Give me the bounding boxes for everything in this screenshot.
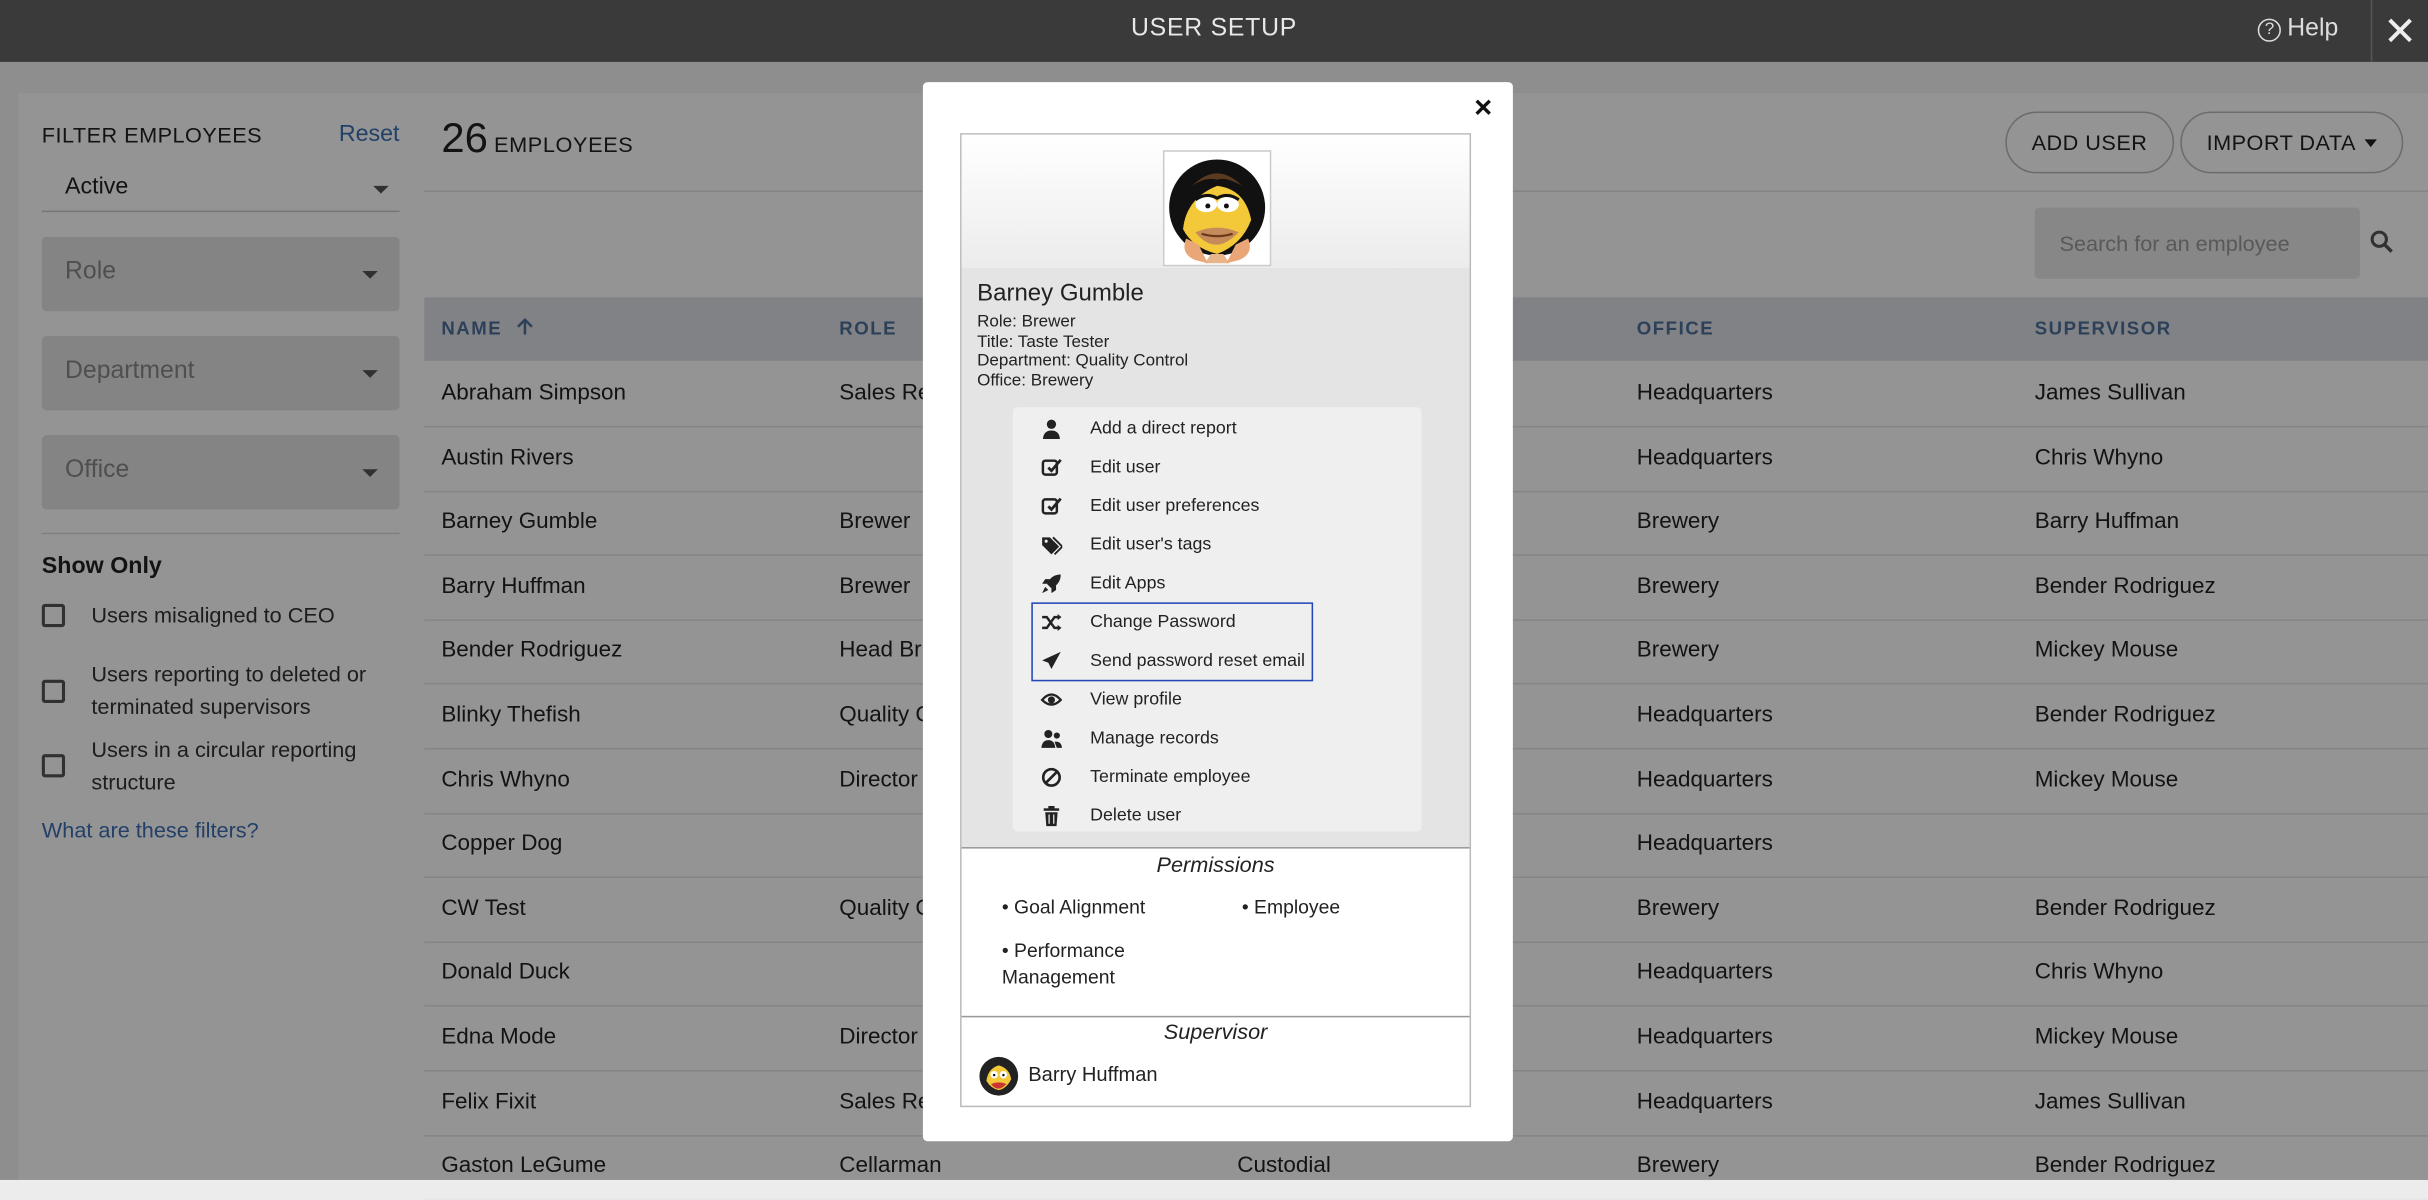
user-actions-menu: Add a direct report Edit user Edit user … bbox=[1012, 407, 1422, 832]
trash-icon bbox=[1043, 805, 1060, 827]
user-title: Title: Taste Tester bbox=[977, 332, 1110, 351]
card-header bbox=[961, 134, 1470, 268]
menu-label: Add a direct report bbox=[1090, 419, 1237, 439]
menu-label: Manage records bbox=[1090, 729, 1219, 748]
user-name: Barney Gumble bbox=[977, 280, 1144, 307]
user-office: Office: Brewery bbox=[977, 370, 1094, 390]
menu-label: Edit user's tags bbox=[1090, 535, 1212, 555]
menu-label: Terminate employee bbox=[1090, 768, 1251, 787]
menu-label: View profile bbox=[1090, 690, 1182, 710]
avatar-image bbox=[1169, 159, 1266, 264]
edit-icon bbox=[1041, 458, 1062, 476]
question-icon: ? bbox=[2257, 17, 2282, 42]
menu-edit-apps[interactable]: Edit Apps bbox=[1013, 565, 1422, 604]
menu-edit-user-tags[interactable]: Edit user's tags bbox=[1013, 526, 1422, 565]
close-icon[interactable]: × bbox=[1474, 91, 1492, 127]
app-root: USER SETUP ? Help ✕ FILTER EMPLOYEES Res… bbox=[0, 0, 2428, 1200]
highlight-box bbox=[1031, 602, 1314, 682]
menu-manage-records[interactable]: Manage records bbox=[1013, 720, 1422, 759]
page-title: USER SETUP bbox=[1130, 15, 1298, 42]
menu-label: Delete user bbox=[1090, 806, 1182, 826]
divider bbox=[961, 1015, 1470, 1018]
permissions-heading: Permissions bbox=[1156, 851, 1275, 877]
supervisor-name[interactable]: Barry Huffman bbox=[1028, 1061, 1157, 1087]
help-button[interactable]: ? Help bbox=[2257, 15, 2339, 43]
menu-label: Edit user preferences bbox=[1090, 497, 1260, 516]
menu-add-direct-report[interactable]: Add a direct report bbox=[1013, 410, 1422, 449]
menu-label: Edit Apps bbox=[1090, 574, 1166, 594]
menu-delete-user[interactable]: Delete user bbox=[1013, 797, 1422, 836]
user-department: Department: Quality Control bbox=[977, 351, 1189, 371]
user-icon bbox=[1042, 419, 1060, 439]
user-card: Barney Gumble Role: Brewer Title: Taste … bbox=[960, 133, 1472, 1108]
eye-icon bbox=[1040, 693, 1063, 706]
supervisor-avatar bbox=[979, 1056, 1019, 1096]
rocket-icon bbox=[1042, 574, 1061, 594]
user-info-panel: Barney Gumble Role: Brewer Title: Taste … bbox=[961, 267, 1470, 848]
user-role: Role: Brewer bbox=[977, 312, 1076, 332]
top-bar: USER SETUP ? Help ✕ bbox=[0, 0, 2428, 62]
help-label: Help bbox=[2287, 15, 2339, 42]
close-icon[interactable]: ✕ bbox=[2370, 0, 2428, 62]
permission-item: • Performance Management bbox=[1001, 939, 1125, 988]
permission-item: • Goal Alignment bbox=[1001, 896, 1146, 919]
menu-edit-user-preferences[interactable]: Edit user preferences bbox=[1013, 488, 1422, 527]
tags-icon bbox=[1042, 536, 1063, 556]
ban-icon bbox=[1041, 767, 1061, 787]
permission-item: • Employee bbox=[1241, 896, 1341, 919]
avatar bbox=[1162, 150, 1272, 267]
menu-label: Edit user bbox=[1090, 458, 1161, 477]
edit-icon bbox=[1041, 497, 1062, 515]
divider bbox=[961, 847, 1470, 849]
users-icon bbox=[1041, 729, 1062, 748]
menu-edit-user[interactable]: Edit user bbox=[1013, 449, 1422, 488]
menu-terminate-employee[interactable]: Terminate employee bbox=[1013, 759, 1422, 798]
menu-view-profile[interactable]: View profile bbox=[1013, 681, 1422, 720]
supervisor-heading: Supervisor bbox=[1163, 1018, 1268, 1044]
user-detail-modal: × Barney Gumble Role: Brewer Title: Tast… bbox=[922, 82, 1513, 1142]
